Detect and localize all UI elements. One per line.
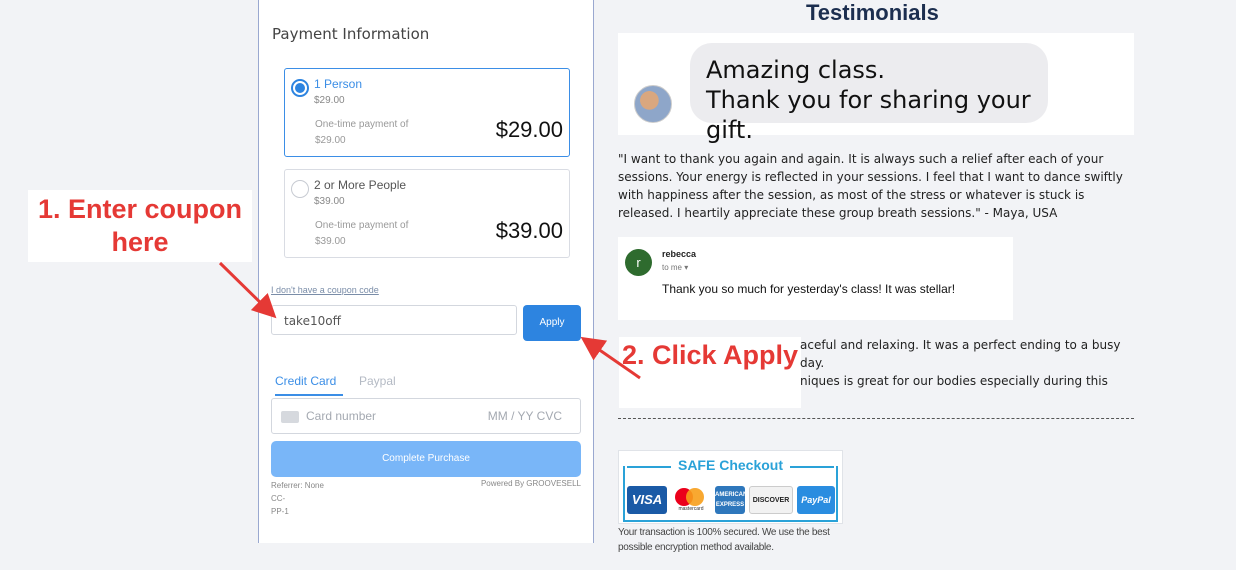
arrow-to-apply-button xyxy=(580,336,641,380)
arrow-to-coupon-input xyxy=(218,261,277,319)
callout-arrows xyxy=(218,261,641,380)
